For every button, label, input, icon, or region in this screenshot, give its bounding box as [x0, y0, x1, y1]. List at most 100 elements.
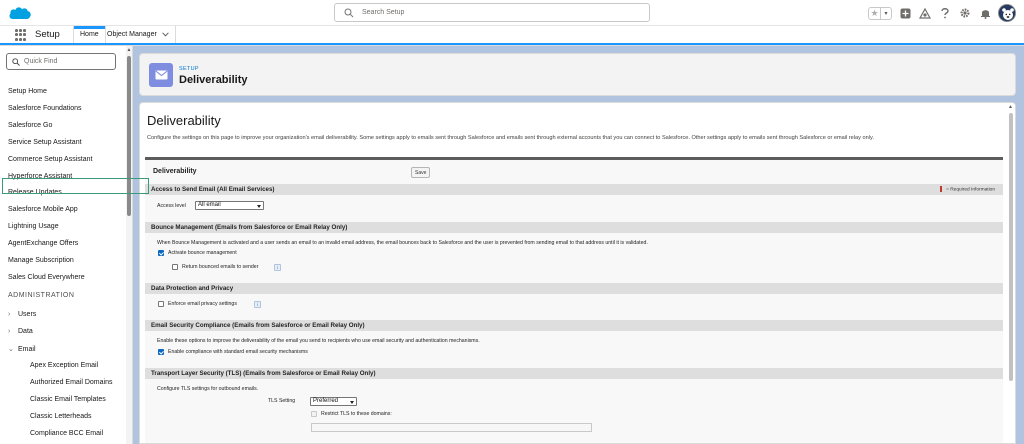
- restrict-tls-label: Restrict TLS to these domains:: [321, 411, 392, 417]
- content-scroll-thumb[interactable]: [1009, 113, 1013, 381]
- sidebar-item-service-setup-assistant[interactable]: Service Setup Assistant: [8, 139, 82, 146]
- sidebar-item-commerce-setup-assistant[interactable]: Commerce Setup Assistant: [8, 156, 92, 163]
- sidebar-item-sales-cloud-everywhere[interactable]: Sales Cloud Everywhere: [8, 274, 85, 281]
- quick-find-placeholder: Quick Find: [24, 58, 58, 65]
- salesforce-cloud-logo[interactable]: [8, 5, 32, 21]
- deliverability-content: Deliverability Configure the settings on…: [139, 102, 1016, 444]
- user-avatar[interactable]: [998, 4, 1016, 22]
- section-data-protection: Data Protection and Privacy: [145, 283, 1003, 294]
- sidebar-item-lightning-usage[interactable]: Lightning Usage: [8, 223, 59, 230]
- sidebar-tree-data[interactable]: › Data: [8, 328, 33, 335]
- tab-object-manager[interactable]: Object Manager: [101, 26, 175, 43]
- sidebar-item-apex-exception-email[interactable]: Apex Exception Email: [30, 362, 98, 369]
- chevron-down-icon: [162, 32, 169, 37]
- sidebar-item-classic-email-templates[interactable]: Classic Email Templates: [30, 396, 106, 403]
- quick-find-input[interactable]: Quick Find: [6, 53, 116, 70]
- dropdown-caret-icon: [350, 400, 354, 404]
- chevron-down-icon: ⌄: [8, 346, 14, 353]
- page-header-eyebrow: SETUP: [179, 66, 199, 72]
- deliverability-block: Deliverability Save Access to Send Email…: [145, 157, 1003, 443]
- restrict-tls-checkbox[interactable]: [311, 411, 317, 417]
- tls-setting-label: TLS Setting: [268, 398, 296, 404]
- required-info-text: = Required Information: [946, 187, 995, 193]
- help-icon[interactable]: [938, 6, 952, 20]
- activate-bounce-checkbox[interactable]: [158, 250, 164, 256]
- sidebar-item-authorized-email-domains[interactable]: Authorized Email Domains: [30, 379, 112, 386]
- context-nav-bar: Setup Home Object Manager: [0, 26, 1024, 45]
- add-icon[interactable]: [898, 6, 912, 20]
- search-setup-input[interactable]: Search Setup: [334, 3, 650, 22]
- scroll-up-arrow-icon[interactable]: ▲: [126, 47, 132, 53]
- page-title: Deliverability: [179, 74, 248, 86]
- global-header: Search Setup ★ ▾: [0, 0, 1024, 26]
- content-description: Configure the settings on this page to i…: [147, 135, 874, 141]
- bounce-description: When Bounce Management is activated and …: [157, 240, 648, 246]
- search-icon: [344, 8, 354, 18]
- info-icon[interactable]: i: [254, 301, 261, 308]
- dropdown-caret-icon: [257, 204, 261, 208]
- setup-gear-icon[interactable]: [958, 6, 972, 20]
- content-scrollbar[interactable]: ▲: [1007, 103, 1015, 443]
- favorites-star-icon[interactable]: ★: [869, 8, 880, 19]
- sidebar-item-compliance-bcc-email[interactable]: Compliance BCC Email: [30, 430, 103, 437]
- chevron-right-icon: ›: [8, 311, 11, 318]
- tab-object-manager-label: Object Manager: [107, 31, 157, 38]
- search-icon: [12, 58, 20, 66]
- sidebar-item-salesforce-foundations[interactable]: Salesforce Foundations: [8, 105, 82, 112]
- sidebar-item-agentexchange-offers[interactable]: AgentExchange Offers: [8, 240, 78, 247]
- favorites-list-icon[interactable]: ▾: [880, 7, 891, 19]
- email-envelope-icon: [149, 63, 173, 87]
- enforce-privacy-label: Enforce email privacy settings: [168, 301, 237, 307]
- search-placeholder: Search Setup: [362, 9, 405, 16]
- setup-sidebar: Quick Find Setup Home Salesforce Foundat…: [0, 46, 133, 444]
- section-tls-title: Transport Layer Security (TLS) (Emails f…: [151, 370, 376, 377]
- section-bounce-management: Bounce Management (Emails from Salesforc…: [145, 222, 1003, 233]
- tls-setting-value: Preferred: [313, 398, 339, 404]
- sidebar-tree-data-label: Data: [18, 328, 33, 335]
- access-section-highlight-box: [2, 178, 149, 194]
- header-utility-icons: ★ ▾: [868, 3, 1016, 23]
- trailhead-icon[interactable]: [918, 6, 932, 20]
- block-title: Deliverability: [153, 168, 197, 175]
- access-level-value: All email: [198, 202, 221, 208]
- chevron-right-icon: ›: [8, 328, 11, 335]
- sidebar-item-classic-letterheads[interactable]: Classic Letterheads: [30, 413, 91, 420]
- favorites-group: ★ ▾: [868, 6, 892, 20]
- sidebar-section-administration: ADMINISTRATION: [8, 292, 75, 299]
- section-access-title: Access to Send Email (All Email Services…: [151, 186, 275, 193]
- sidebar-tree-email-label: Email: [18, 346, 36, 353]
- section-transport-layer-security: Transport Layer Security (TLS) (Emails f…: [145, 368, 1003, 379]
- content-title: Deliverability: [147, 113, 221, 128]
- app-name: Setup: [35, 29, 60, 40]
- restrict-tls-domains-input[interactable]: [311, 423, 592, 432]
- sidebar-item-salesforce-mobile-app[interactable]: Salesforce Mobile App: [8, 206, 78, 213]
- access-level-select[interactable]: All email: [195, 201, 264, 210]
- notifications-bell-icon[interactable]: [978, 6, 992, 20]
- tab-home-label: Home: [80, 31, 99, 38]
- scroll-up-arrow-icon[interactable]: ▲: [1008, 104, 1013, 110]
- save-button[interactable]: Save: [411, 167, 431, 178]
- required-marker-icon: [940, 186, 943, 192]
- enable-compliance-label: Enable compliance with standard email se…: [168, 349, 308, 355]
- access-level-label: Access level: [157, 203, 186, 209]
- tab-divider: [175, 26, 176, 43]
- sidebar-tree-email[interactable]: ⌄ Email: [8, 345, 36, 353]
- tls-description: Configure TLS settings for outbound emai…: [157, 386, 259, 392]
- section-privacy-title: Data Protection and Privacy: [151, 285, 234, 292]
- sidebar-scrollbar[interactable]: ▲: [126, 46, 132, 444]
- return-bounced-checkbox[interactable]: [172, 264, 178, 270]
- sidebar-item-manage-subscription[interactable]: Manage Subscription: [8, 257, 74, 264]
- app-launcher-icon[interactable]: [15, 29, 27, 41]
- sidebar-item-salesforce-go[interactable]: Salesforce Go: [8, 122, 52, 129]
- required-info-legend: = Required Information: [940, 186, 995, 192]
- tls-setting-select[interactable]: Preferred: [310, 397, 357, 406]
- enable-compliance-checkbox[interactable]: [158, 349, 164, 355]
- enforce-privacy-checkbox[interactable]: [158, 301, 164, 307]
- sidebar-tree-users[interactable]: › Users: [8, 311, 36, 318]
- page-header: SETUP Deliverability: [139, 53, 1016, 96]
- info-icon[interactable]: i: [274, 264, 281, 271]
- return-bounced-label: Return bounced emails to sender: [182, 264, 259, 270]
- activate-bounce-label: Activate bounce management: [168, 250, 237, 256]
- section-access-to-send-email: Access to Send Email (All Email Services…: [145, 184, 1003, 195]
- sidebar-item-setup-home[interactable]: Setup Home: [8, 88, 47, 95]
